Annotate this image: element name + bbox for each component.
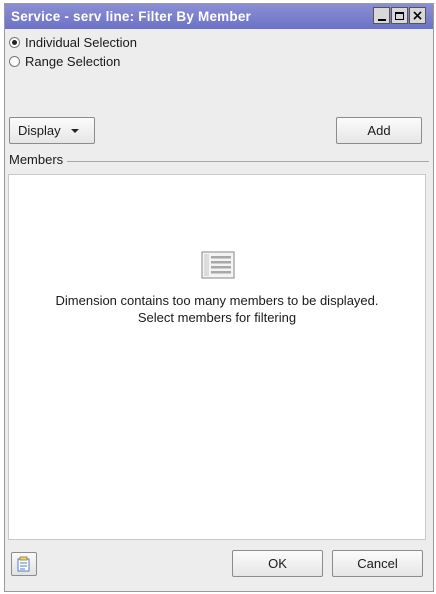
window-title: Service - serv line: Filter By Member xyxy=(11,9,251,24)
members-list-panel[interactable]: Dimension contains too many members to b… xyxy=(8,174,426,540)
range-selection-label: Range Selection xyxy=(25,54,121,69)
message-line-1: Dimension contains too many members to b… xyxy=(55,293,379,308)
cancel-button-label: Cancel xyxy=(357,556,398,571)
minimize-icon xyxy=(377,18,386,21)
ok-button[interactable]: OK xyxy=(232,550,323,577)
list-icon xyxy=(201,251,235,279)
members-group-label: Members xyxy=(9,152,68,167)
maximize-icon xyxy=(395,11,404,20)
close-icon: × xyxy=(411,7,424,24)
display-button-label: Display xyxy=(18,123,61,138)
range-selection-option[interactable]: Range Selection xyxy=(9,54,120,69)
display-dropdown-button[interactable]: Display xyxy=(9,117,95,144)
add-button-label: Add xyxy=(367,123,391,138)
maximize-button[interactable] xyxy=(391,7,408,24)
filter-by-member-dialog: Service - serv line: Filter By Member × … xyxy=(4,3,434,592)
minimize-button[interactable] xyxy=(373,7,390,24)
message-line-2: Select members for filtering xyxy=(137,310,297,325)
chevron-down-icon xyxy=(70,128,79,133)
members-group-divider xyxy=(65,161,429,162)
range-selection-radio[interactable] xyxy=(9,56,20,67)
individual-selection-label: Individual Selection xyxy=(25,35,138,50)
cancel-button[interactable]: Cancel xyxy=(332,550,423,577)
properties-button[interactable] xyxy=(11,552,37,576)
close-button[interactable]: × xyxy=(409,7,426,24)
individual-selection-option[interactable]: Individual Selection xyxy=(9,35,137,50)
title-bar[interactable]: Service - serv line: Filter By Member × xyxy=(5,4,433,29)
add-button[interactable]: Add xyxy=(336,117,422,144)
too-many-members-message: Dimension contains too many members to b… xyxy=(9,292,425,326)
properties-icon xyxy=(17,556,30,572)
individual-selection-radio[interactable] xyxy=(9,37,20,48)
ok-button-label: OK xyxy=(268,556,287,571)
